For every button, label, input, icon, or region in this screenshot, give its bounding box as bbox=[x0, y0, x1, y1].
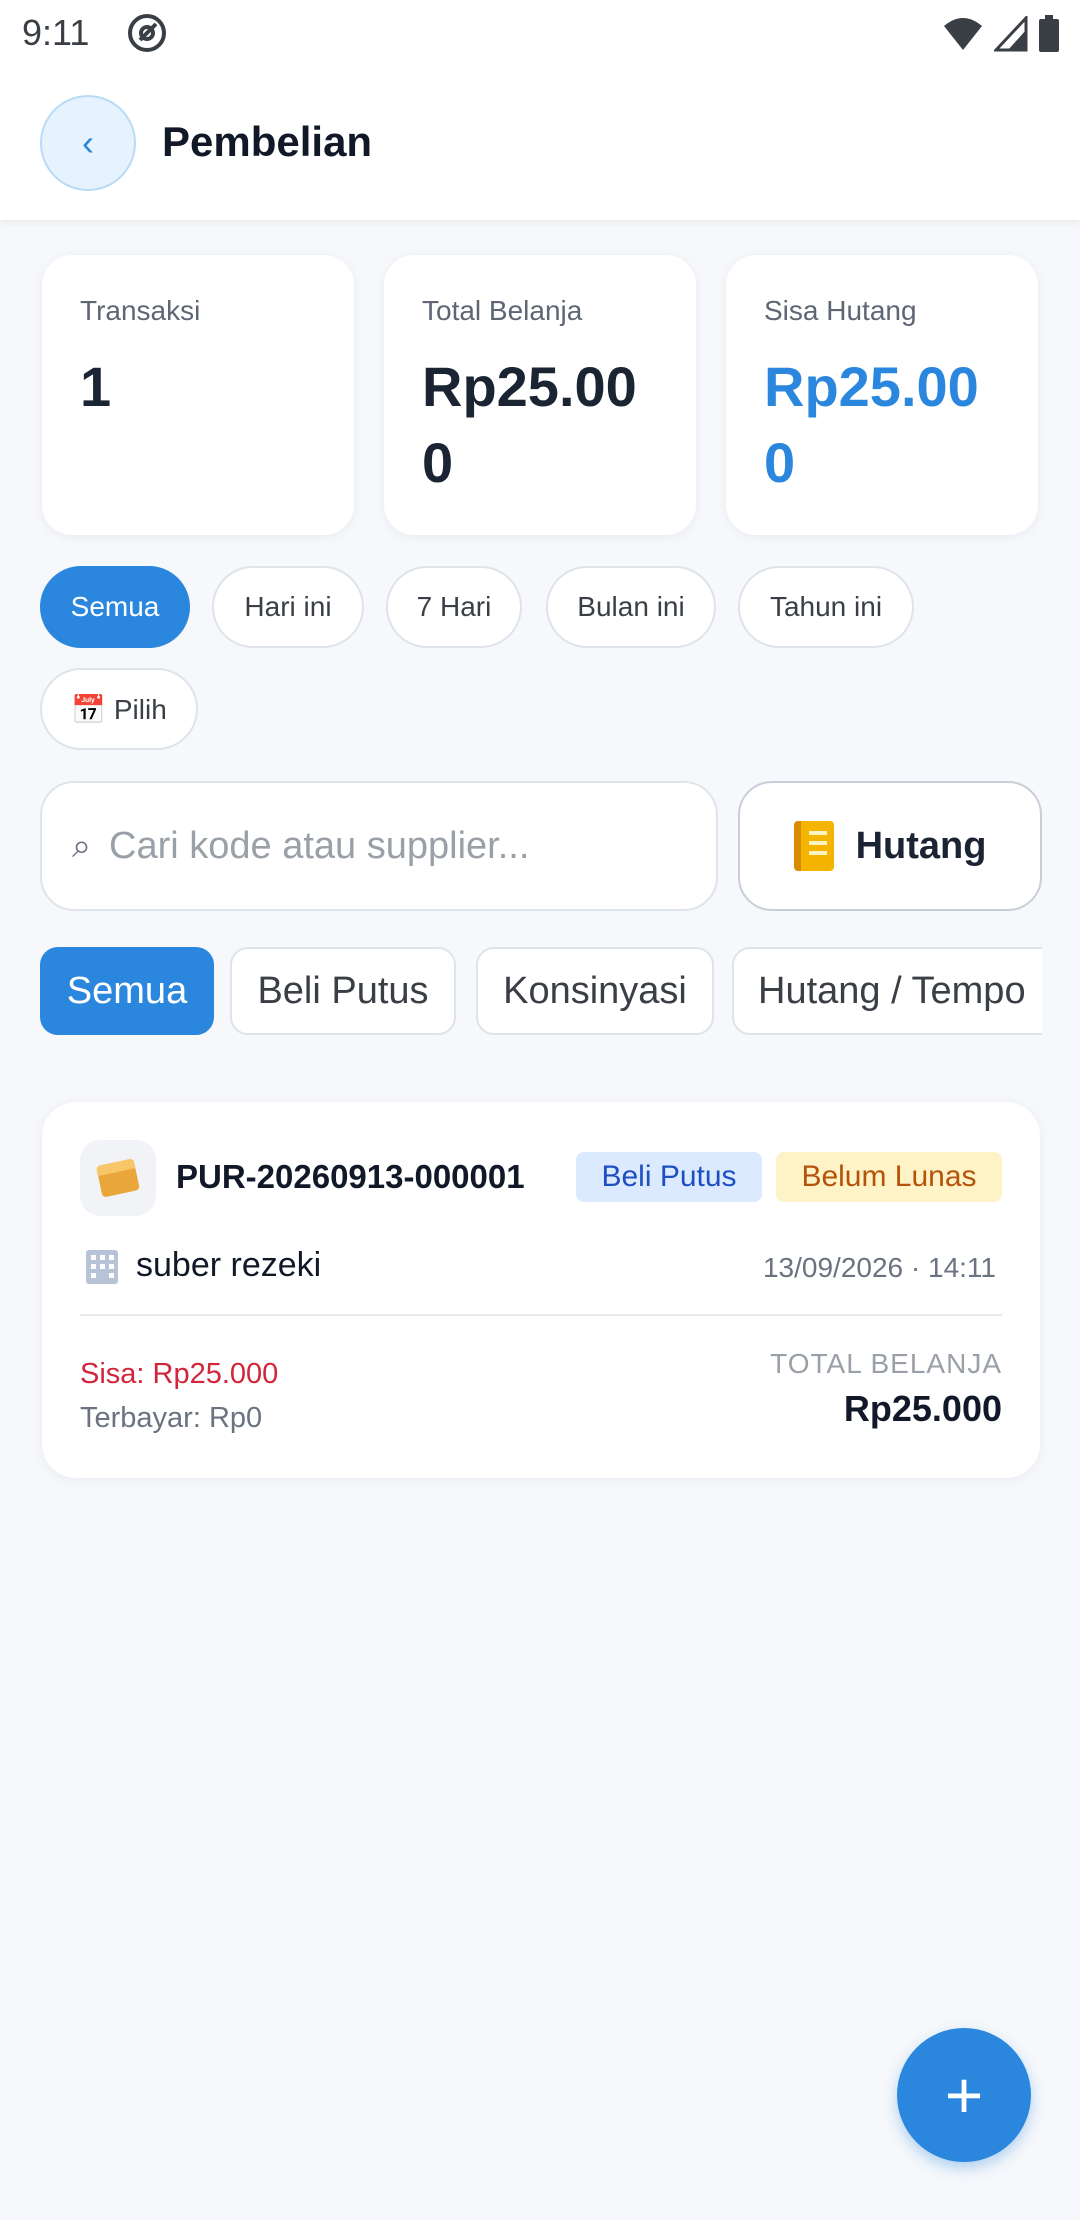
type-badge: Beli Putus bbox=[576, 1152, 762, 1202]
stat-card-total-belanja: Total Belanja Rp25.000 bbox=[384, 255, 696, 535]
total-label: TOTAL BELANJA bbox=[770, 1348, 1002, 1379]
purchase-datetime: 13/09/2026 · 14:11 bbox=[762, 1252, 996, 1283]
wifi-icon bbox=[944, 18, 982, 50]
status-badge: Belum Lunas bbox=[776, 1152, 1002, 1202]
battery-icon bbox=[1039, 15, 1059, 52]
hutang-button[interactable]: Hutang bbox=[738, 781, 1042, 911]
at-sign-icon bbox=[128, 14, 166, 52]
building-icon bbox=[86, 1250, 118, 1284]
status-time: 9:11 bbox=[22, 12, 90, 53]
stat-value: Rp25.000 bbox=[764, 355, 979, 494]
signal-icon bbox=[994, 16, 1028, 52]
date-filter-pilih[interactable]: 📅 Pilih bbox=[40, 668, 198, 750]
stat-card-sisa-hutang: Sisa Hutang Rp25.000 bbox=[726, 255, 1038, 535]
tab-semua[interactable]: Semua bbox=[40, 947, 214, 1035]
status-icons bbox=[942, 14, 1060, 54]
date-filter-tahun-ini[interactable]: Tahun ini bbox=[738, 566, 914, 648]
tab-konsinyasi[interactable]: Konsinyasi bbox=[476, 947, 714, 1035]
stat-value: 1 bbox=[80, 355, 112, 418]
stat-card-transaksi: Transaksi 1 bbox=[42, 255, 354, 535]
paid-amount: Terbayar: Rp0 bbox=[80, 1402, 263, 1434]
date-filter-7-hari[interactable]: 7 Hari bbox=[386, 566, 522, 648]
total-value: Rp25.000 bbox=[843, 1388, 1002, 1429]
back-button[interactable]: ‹ bbox=[40, 95, 136, 191]
stat-label: Sisa Hutang bbox=[764, 295, 917, 326]
status-bar: 9:11 bbox=[0, 0, 1080, 68]
remaining-amount: Sisa: Rp25.000 bbox=[80, 1358, 279, 1390]
stat-label: Transaksi bbox=[80, 295, 201, 326]
stat-value: Rp25.000 bbox=[422, 355, 637, 494]
divider bbox=[80, 1314, 1002, 1316]
purchase-code: PUR-20260913-000001 bbox=[176, 1158, 525, 1195]
package-icon bbox=[80, 1140, 156, 1216]
tab-hutang-tempo[interactable]: Hutang / Tempo bbox=[732, 947, 1042, 1035]
date-filter-semua[interactable]: Semua bbox=[40, 566, 190, 648]
date-filter-hari-ini[interactable]: Hari ini bbox=[212, 566, 364, 648]
date-filter-bulan-ini[interactable]: Bulan ini bbox=[546, 566, 716, 648]
tab-beli-putus[interactable]: Beli Putus bbox=[230, 947, 456, 1035]
hutang-button-label: Hutang bbox=[855, 824, 987, 867]
app-bar: ‹ Pembelian bbox=[0, 68, 1080, 220]
purchase-card[interactable]: PUR-20260913-000001 Beli Putus Belum Lun… bbox=[42, 1102, 1040, 1478]
add-purchase-button[interactable]: + bbox=[897, 2028, 1031, 2162]
notebook-icon bbox=[793, 821, 834, 871]
supplier-name: suber rezeki bbox=[136, 1246, 322, 1284]
search-box: ⌕ bbox=[40, 781, 718, 911]
page-title: Pembelian bbox=[162, 118, 373, 165]
purchase-type-tabs: Semua Beli Putus Konsinyasi Hutang / Tem… bbox=[40, 947, 1042, 1037]
search-icon: ⌕ bbox=[72, 826, 92, 865]
search-input[interactable] bbox=[109, 824, 670, 868]
stat-label: Total Belanja bbox=[422, 295, 583, 326]
